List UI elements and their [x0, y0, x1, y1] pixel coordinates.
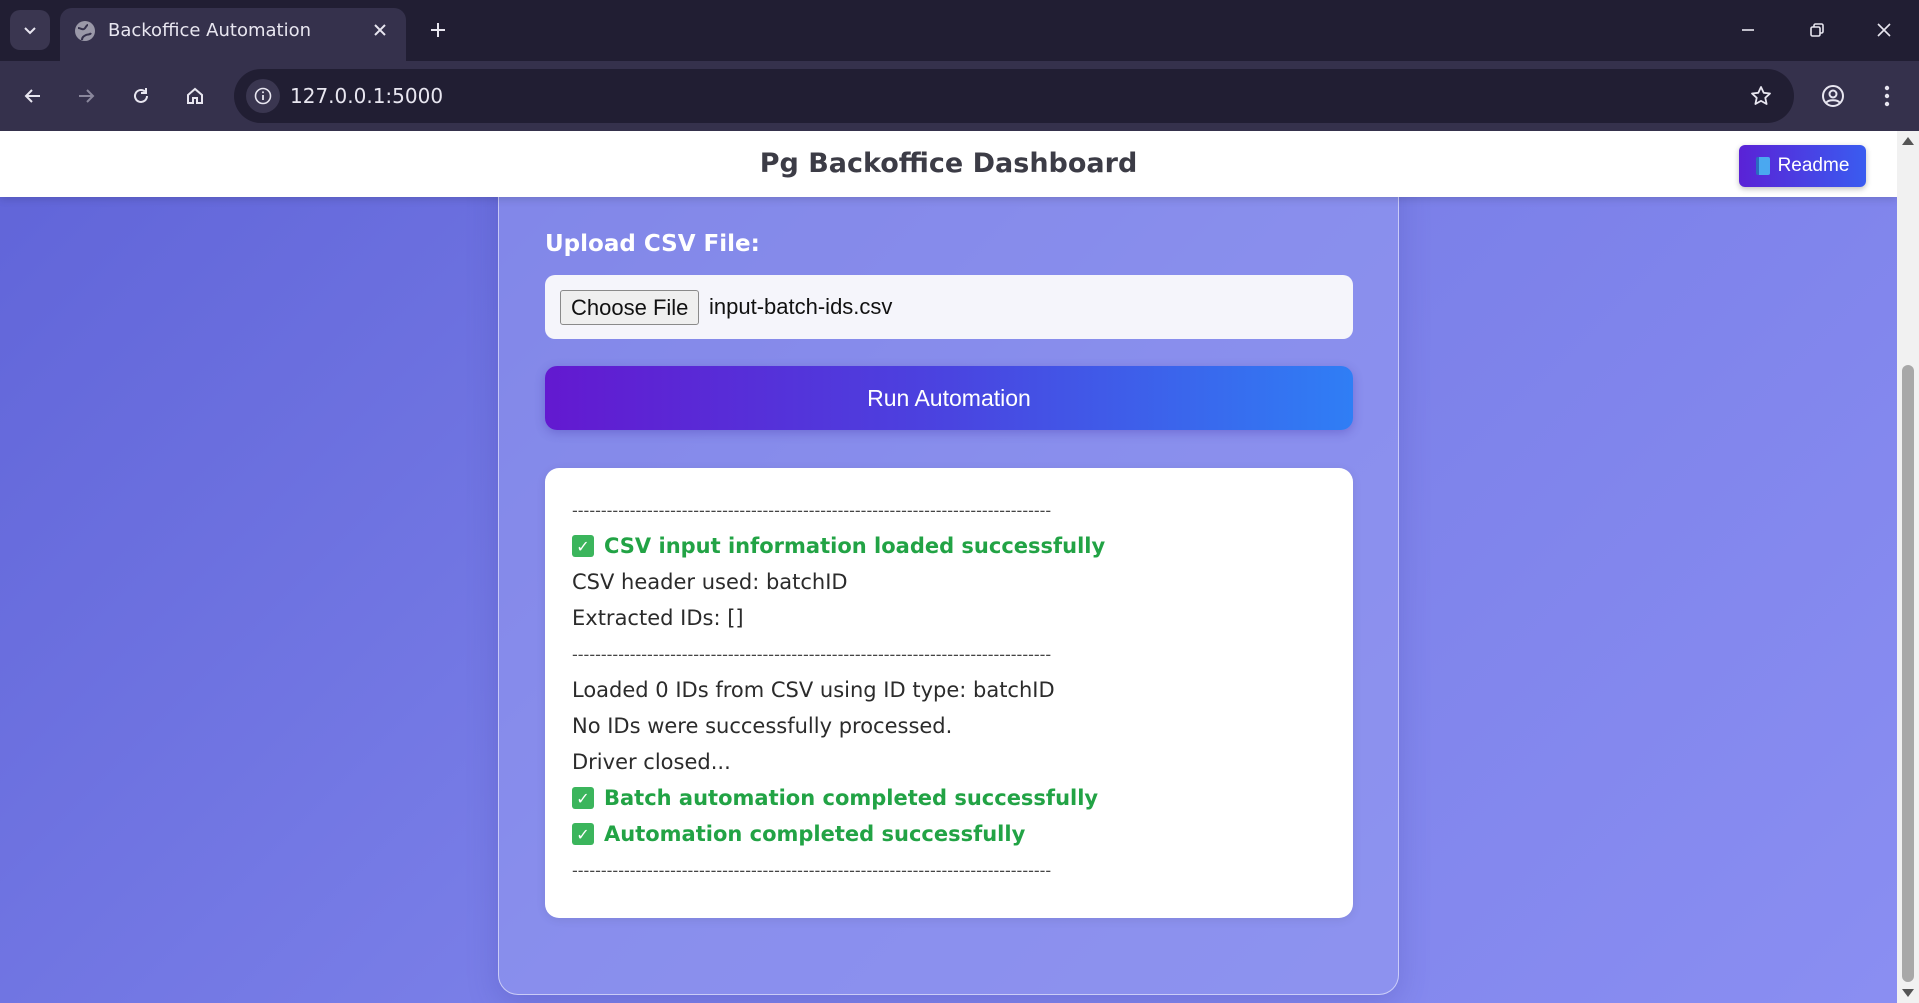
- forward-button[interactable]: [67, 77, 105, 115]
- page-header: Pg Backoffice Dashboard Readme: [0, 131, 1897, 197]
- info-icon: [254, 87, 272, 105]
- new-tab-button[interactable]: [422, 14, 454, 46]
- restore-button[interactable]: [1795, 10, 1839, 50]
- log-line: Extracted IDs: []: [572, 606, 744, 630]
- log-line: Loaded 0 IDs from CSV using ID type: bat…: [572, 678, 1055, 702]
- page-scrollbar[interactable]: [1897, 131, 1919, 1003]
- bookmark-button[interactable]: [1746, 81, 1776, 111]
- arrow-left-icon: [24, 89, 40, 103]
- plus-icon: [431, 23, 445, 37]
- choose-file-button[interactable]: Choose File: [560, 290, 700, 325]
- log-separator: ----------------------------------------…: [572, 501, 1052, 520]
- log-success-line: ✓ Automation completed successfully: [572, 822, 1025, 846]
- checkmark-icon: ✓: [572, 787, 594, 809]
- close-icon: [1877, 23, 1891, 37]
- upload-csv-label: Upload CSV File:: [545, 231, 760, 257]
- browser-toolbar: 127.0.0.1:5000: [0, 61, 1919, 131]
- reload-icon: [134, 88, 148, 103]
- menu-button[interactable]: [1868, 77, 1906, 115]
- minimize-button[interactable]: [1726, 10, 1770, 50]
- log-success-text: CSV input information loaded successfull…: [604, 534, 1106, 558]
- scroll-up-arrow[interactable]: [1902, 137, 1914, 145]
- arrow-right-icon: [79, 89, 95, 103]
- profile-icon: [1822, 85, 1844, 107]
- site-info-button[interactable]: [246, 79, 280, 113]
- tab-title: Backoffice Automation: [108, 20, 312, 41]
- home-icon: [187, 87, 203, 104]
- browser-tab[interactable]: Backoffice Automation: [60, 8, 406, 61]
- profile-button[interactable]: [1814, 77, 1852, 115]
- close-icon: [374, 24, 386, 36]
- log-success-line: ✓ CSV input information loaded successful…: [572, 534, 1105, 558]
- run-automation-button[interactable]: Run Automation: [545, 366, 1353, 430]
- checkmark-icon: ✓: [572, 535, 594, 557]
- readme-button[interactable]: Readme: [1739, 145, 1866, 187]
- selected-file-name: input-batch-ids.csv: [709, 294, 893, 319]
- log-separator: ----------------------------------------…: [572, 645, 1052, 664]
- log-separator: ----------------------------------------…: [572, 861, 1052, 880]
- restore-icon: [1810, 23, 1824, 37]
- log-success-text: Automation completed successfully: [604, 822, 1026, 846]
- checkmark-icon: ✓: [572, 823, 594, 845]
- url-text[interactable]: 127.0.0.1:5000: [290, 84, 443, 108]
- tab-search-button[interactable]: [10, 10, 50, 50]
- page-title: Pg Backoffice Dashboard: [759, 148, 1138, 179]
- more-vert-icon: [1884, 85, 1890, 107]
- close-window-button[interactable]: [1862, 10, 1906, 50]
- star-icon: [1751, 86, 1771, 105]
- log-line: Driver closed...: [572, 750, 731, 774]
- home-button[interactable]: [176, 77, 214, 115]
- address-bar[interactable]: 127.0.0.1:5000: [234, 69, 1794, 123]
- back-button[interactable]: [14, 77, 52, 115]
- log-line: No IDs were successfully processed.: [572, 714, 953, 738]
- chevron-down-icon: [24, 27, 36, 35]
- file-input[interactable]: Choose File input-batch-ids.csv: [545, 275, 1353, 339]
- log-success-text: Batch automation completed successfully: [604, 786, 1099, 810]
- scroll-thumb[interactable]: [1902, 365, 1914, 982]
- readme-label: Readme: [1777, 155, 1850, 176]
- log-line: CSV header used: batchID: [572, 570, 848, 594]
- book-icon: [1755, 157, 1770, 175]
- reload-button[interactable]: [122, 77, 160, 115]
- tab-close-button[interactable]: [368, 18, 392, 42]
- log-success-line: ✓ Batch automation completed successfully: [572, 786, 1098, 810]
- minimize-icon: [1742, 29, 1754, 31]
- page-viewport: Upload CSV File: Choose File input-batch…: [0, 131, 1897, 1003]
- globe-icon: [75, 21, 95, 41]
- browser-tab-bar: Backoffice Automation: [0, 0, 1919, 61]
- log-output: ----------------------------------------…: [545, 468, 1353, 918]
- scroll-down-arrow[interactable]: [1902, 989, 1914, 997]
